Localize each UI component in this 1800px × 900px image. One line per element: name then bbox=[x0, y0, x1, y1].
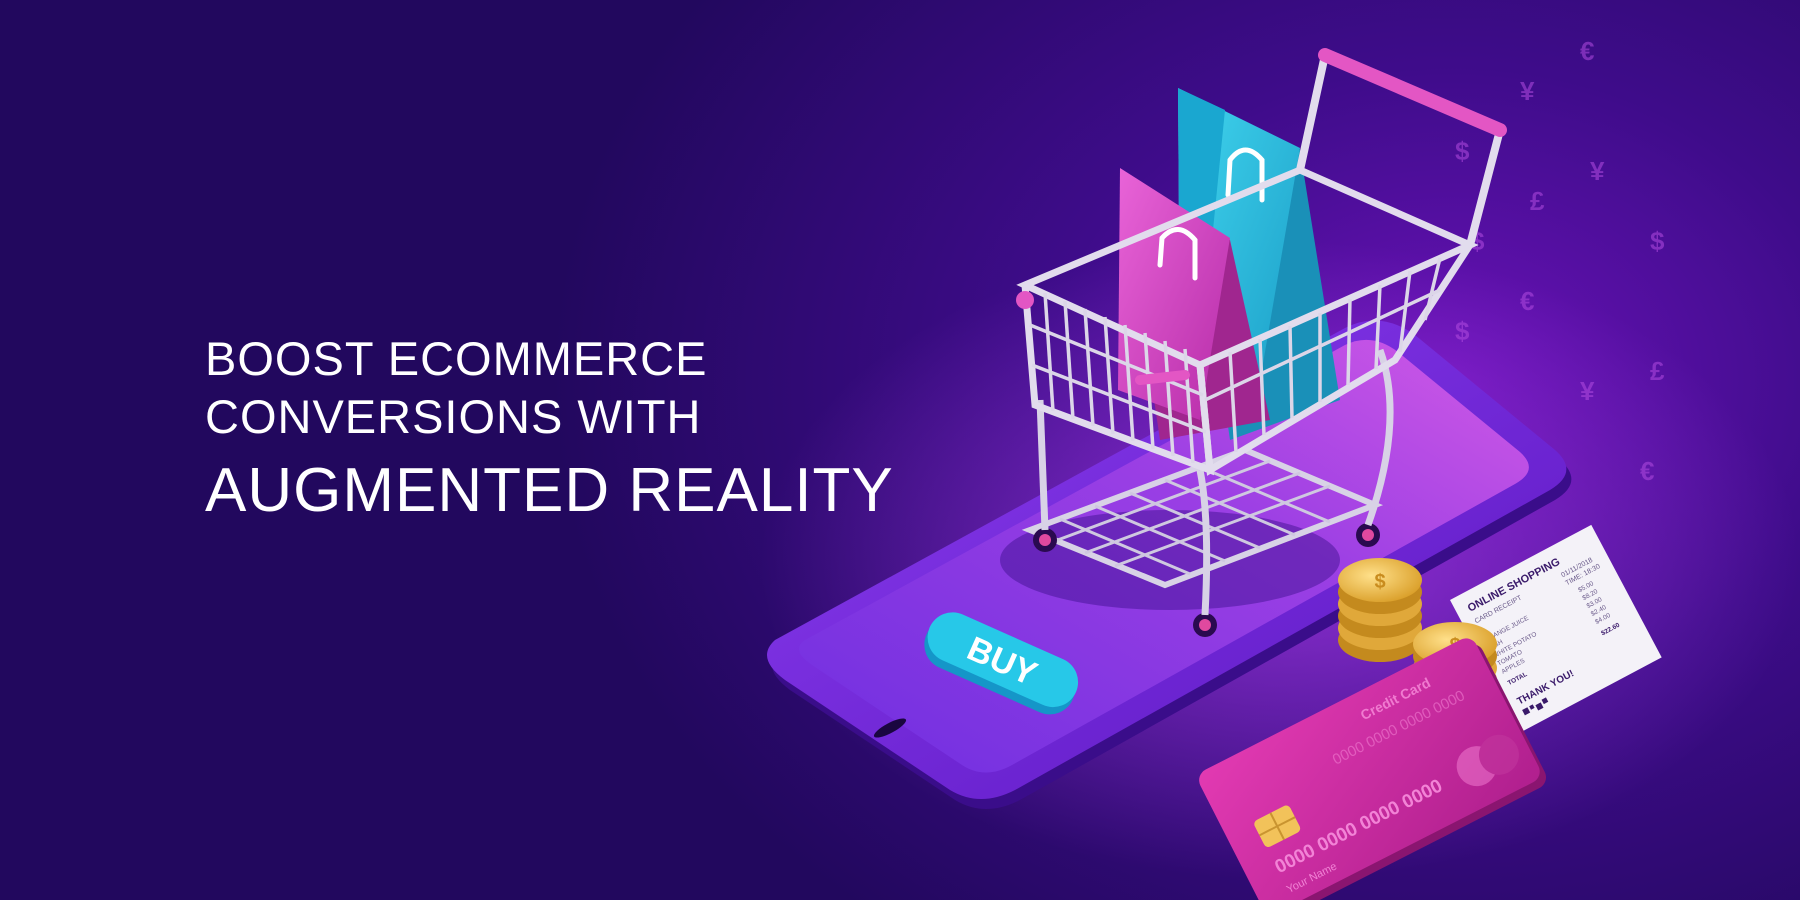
headline-line-2: CONVERSIONS WITH bbox=[205, 390, 702, 443]
currency-symbol: £ bbox=[1650, 356, 1665, 386]
headline: BOOST ECOMMERCE CONVERSIONS WITH AUGMENT… bbox=[205, 330, 894, 532]
headline-line-3: AUGMENTED REALITY bbox=[205, 456, 894, 525]
currency-symbol: £ bbox=[1530, 186, 1545, 216]
currency-symbol: ¥ bbox=[1590, 156, 1605, 186]
currency-symbol: $ bbox=[1455, 316, 1470, 346]
currency-symbol: $ bbox=[1650, 226, 1665, 256]
currency-symbol: € bbox=[1520, 286, 1534, 316]
currency-symbol: ¥ bbox=[1580, 376, 1595, 406]
currency-symbol: $ bbox=[1455, 136, 1470, 166]
currency-symbol: ¥ bbox=[1520, 76, 1535, 106]
coin-icon: $ bbox=[1338, 558, 1422, 662]
hero-banner: $ ¥ € $ £ ¥ $ € $ ¥ £ € BUY ONLINE SHOPP… bbox=[0, 0, 1800, 900]
headline-line-1: BOOST ECOMMERCE bbox=[205, 332, 708, 385]
currency-symbol: € bbox=[1580, 36, 1594, 66]
svg-text:$: $ bbox=[1374, 571, 1385, 593]
currency-symbol: € bbox=[1640, 456, 1654, 486]
